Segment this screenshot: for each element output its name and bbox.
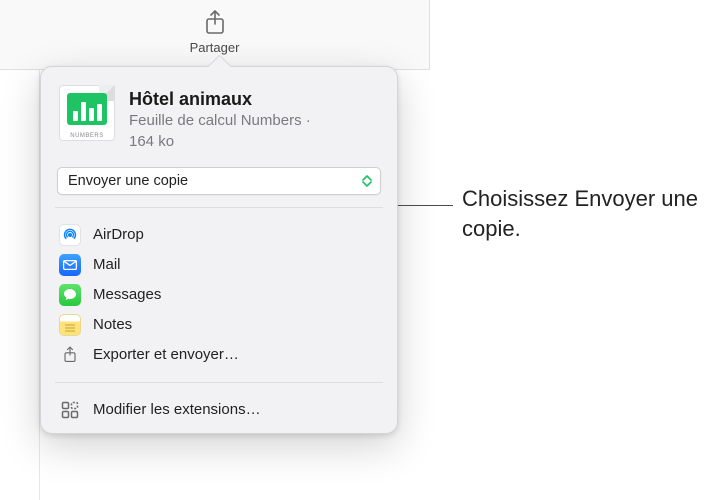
share-icon[interactable] xyxy=(202,8,228,38)
share-item-label: Mail xyxy=(93,256,121,273)
mail-icon xyxy=(59,254,81,276)
chevron-up-down-icon xyxy=(358,171,376,191)
airdrop-icon xyxy=(59,224,81,246)
share-popover: NUMBERS Hôtel animaux Feuille de calcul … xyxy=(40,66,398,434)
notes-icon xyxy=(59,314,81,336)
share-item-label: AirDrop xyxy=(93,226,144,243)
callout-text: Choisissez Envoyer une copie. xyxy=(462,184,722,243)
export-icon xyxy=(59,344,81,366)
document-title: Hôtel animaux xyxy=(129,89,311,110)
share-item-export[interactable]: Exporter et envoyer… xyxy=(55,340,383,370)
document-header: NUMBERS Hôtel animaux Feuille de calcul … xyxy=(41,85,397,167)
share-item-label: Messages xyxy=(93,286,161,303)
messages-icon xyxy=(59,284,81,306)
callout-leader-line xyxy=(398,205,453,206)
numbers-file-icon: NUMBERS xyxy=(59,85,115,141)
toolbar-share-label: Partager xyxy=(190,40,240,55)
document-size: 164 ko xyxy=(129,132,311,152)
share-item-airdrop[interactable]: AirDrop xyxy=(55,220,383,250)
send-mode-label: Envoyer une copie xyxy=(68,173,188,189)
document-type: Feuille de calcul Numbers · xyxy=(129,111,311,131)
share-item-messages[interactable]: Messages xyxy=(55,280,383,310)
share-item-mail[interactable]: Mail xyxy=(55,250,383,280)
extensions-icon xyxy=(59,399,81,421)
edit-extensions-label: Modifier les extensions… xyxy=(93,401,261,418)
background-strip xyxy=(0,70,40,500)
share-item-label: Exporter et envoyer… xyxy=(93,346,239,363)
share-item-label: Notes xyxy=(93,316,132,333)
send-mode-select[interactable]: Envoyer une copie xyxy=(57,167,381,195)
share-item-notes[interactable]: Notes xyxy=(55,310,383,340)
share-targets-list: AirDrop Mail Messages Notes xyxy=(41,220,397,370)
edit-extensions-item[interactable]: Modifier les extensions… xyxy=(55,395,383,425)
divider xyxy=(55,382,383,383)
document-info: Hôtel animaux Feuille de calcul Numbers … xyxy=(129,85,311,153)
divider xyxy=(55,207,383,208)
